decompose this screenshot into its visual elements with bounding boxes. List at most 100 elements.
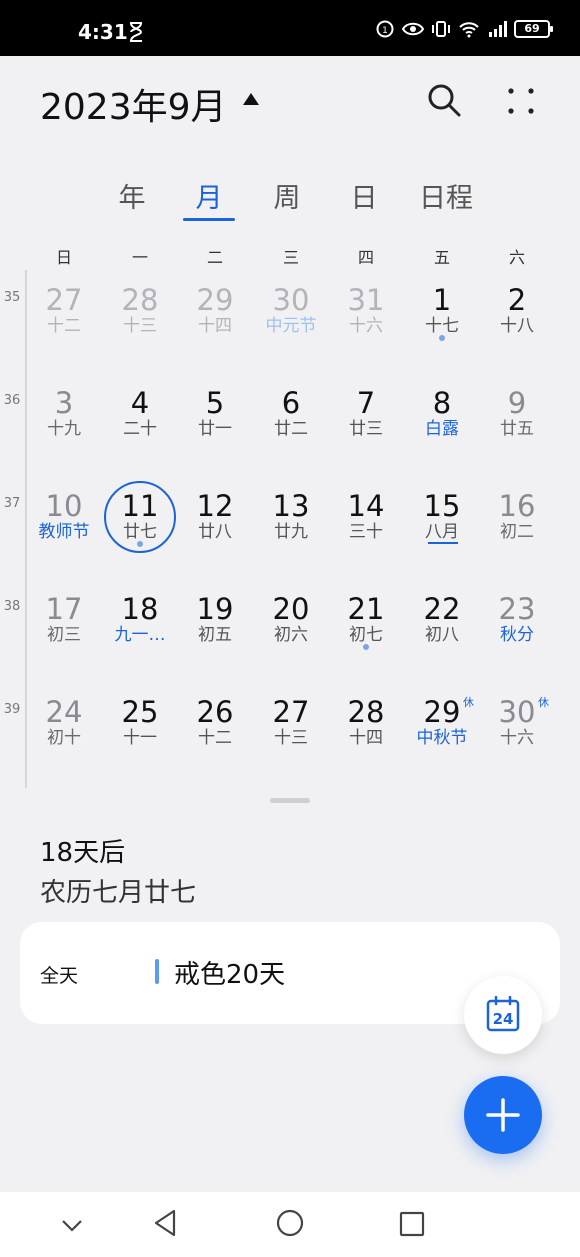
month-title[interactable]: 2023年9月 [40, 78, 227, 130]
day-cell[interactable]: 29 十四 [177, 270, 253, 370]
weekday-label: 六 [508, 248, 525, 267]
day-cell[interactable]: 28 十四 [328, 682, 404, 782]
day-number: 29 [196, 283, 234, 317]
tab-schedule[interactable]: 日程 [416, 176, 476, 215]
day-number: 9 [507, 386, 527, 420]
more-icon[interactable] [506, 86, 536, 116]
lunar-date: 十七 [425, 316, 459, 336]
add-event-button[interactable] [464, 1076, 542, 1154]
day-number: 10 [45, 489, 83, 523]
day-cell[interactable]: 5 廿一 [177, 373, 253, 473]
eye-icon [402, 22, 424, 36]
day-number: 30 [272, 283, 310, 317]
day-cell[interactable]: 16 初二 [479, 476, 555, 576]
back-icon[interactable] [152, 1208, 180, 1238]
day-number: 27 [45, 283, 83, 317]
lunar-date: 十一 [123, 728, 157, 748]
lunar-date: 八月 [425, 522, 459, 542]
lunar-date: 初八 [425, 625, 459, 645]
status-time: 4:31 [78, 20, 128, 44]
month-start-underline [428, 542, 458, 544]
day-cell[interactable]: 4 二十 [102, 373, 178, 473]
week-number: 37 [3, 496, 21, 511]
search-icon[interactable] [426, 82, 462, 118]
home-icon[interactable] [276, 1209, 304, 1237]
day-cell[interactable]: 10 教师节 [26, 476, 102, 576]
day-cell[interactable]: 6 廿二 [253, 373, 329, 473]
weekday-label: 三 [282, 248, 299, 267]
day-number: 3 [54, 386, 74, 420]
week-number: 35 [3, 290, 21, 305]
festival-label: 教师节 [38, 522, 90, 542]
day-cell[interactable]: 25 十一 [102, 682, 178, 782]
festival-label: 秋分 [500, 625, 534, 645]
day-cell[interactable]: 30 中元节 [253, 270, 329, 370]
lunar-date: 廿五 [500, 419, 534, 439]
day-cell[interactable]: 12 廿八 [177, 476, 253, 576]
lunar-date: 十六 [349, 316, 383, 336]
day-number: 1 [432, 283, 452, 317]
day-cell[interactable]: 1 十七 [404, 270, 480, 370]
calendar-icon-label: 24 [493, 1010, 514, 1028]
day-cell[interactable]: 3 十九 [26, 373, 102, 473]
day-cell[interactable]: 29 中秋节休 [404, 682, 480, 782]
day-cell[interactable]: 21 初七 [328, 579, 404, 679]
week-number: 36 [3, 393, 21, 408]
caret-up-icon[interactable] [242, 92, 260, 106]
recents-icon[interactable] [398, 1210, 426, 1238]
day-number: 7 [356, 386, 376, 420]
day-number: 8 [432, 386, 452, 420]
day-number: 12 [196, 489, 234, 523]
day-cell[interactable]: 27 十三 [253, 682, 329, 782]
day-cell[interactable]: 27 十二 [26, 270, 102, 370]
day-cell[interactable]: 2 十八 [479, 270, 555, 370]
go-to-today-button[interactable]: 24 [464, 976, 542, 1054]
day-cell[interactable]: 23 秋分 [479, 579, 555, 679]
day-cell[interactable]: 8 白露 [404, 373, 480, 473]
lunar-date: 十四 [198, 316, 232, 336]
tab-month[interactable]: 月 [193, 176, 225, 215]
day-number: 31 [347, 283, 385, 317]
days-until-label: 18天后 [40, 838, 126, 868]
weekday-header: 日 一 二 三 四 五 六 [26, 244, 580, 268]
day-number: 16 [498, 489, 536, 523]
day-cell[interactable]: 15 八月 [404, 476, 480, 576]
lunar-date: 初二 [500, 522, 534, 542]
day-cell-today[interactable]: 11 廿七 [102, 476, 178, 576]
festival-label: 中秋节 [416, 728, 468, 748]
day-cell[interactable]: 20 初六 [253, 579, 329, 679]
lunar-date: 十六 [500, 728, 534, 748]
day-number: 20 [272, 592, 310, 626]
tab-week[interactable]: 周 [271, 176, 303, 215]
day-cell[interactable]: 28 十三 [102, 270, 178, 370]
weekday-label: 五 [433, 248, 450, 267]
wifi-icon [459, 22, 479, 38]
day-cell[interactable]: 31 十六 [328, 270, 404, 370]
tab-day[interactable]: 日 [348, 176, 380, 215]
battery-indicator: 69 [514, 20, 553, 38]
day-cell[interactable]: 26 十二 [177, 682, 253, 782]
holiday-rest-badge: 休 [538, 696, 549, 709]
day-cell[interactable]: 30 十六休 [479, 682, 555, 782]
system-nav-bar [0, 1192, 580, 1257]
day-cell[interactable]: 9 廿五 [479, 373, 555, 473]
day-cell[interactable]: 24 初十 [26, 682, 102, 782]
week-number: 39 [3, 702, 21, 717]
day-number: 6 [281, 386, 301, 420]
tab-indicator [183, 218, 235, 221]
lunar-date: 十二 [47, 316, 81, 336]
day-cell[interactable]: 7 廿三 [328, 373, 404, 473]
day-cell[interactable]: 13 廿九 [253, 476, 329, 576]
day-cell[interactable]: 22 初八 [404, 579, 480, 679]
chevron-down-icon[interactable] [58, 1212, 86, 1238]
day-number: 15 [423, 489, 461, 523]
day-cell[interactable]: 17 初三 [26, 579, 102, 679]
day-cell[interactable]: 14 三十 [328, 476, 404, 576]
day-cell[interactable]: 18 九一… [102, 579, 178, 679]
day-number: 28 [347, 695, 385, 729]
drag-handle[interactable] [270, 798, 310, 803]
event-dot [137, 541, 143, 547]
day-cell[interactable]: 19 初五 [177, 579, 253, 679]
festival-label: 九一… [114, 625, 166, 645]
tab-year[interactable]: 年 [116, 176, 148, 215]
